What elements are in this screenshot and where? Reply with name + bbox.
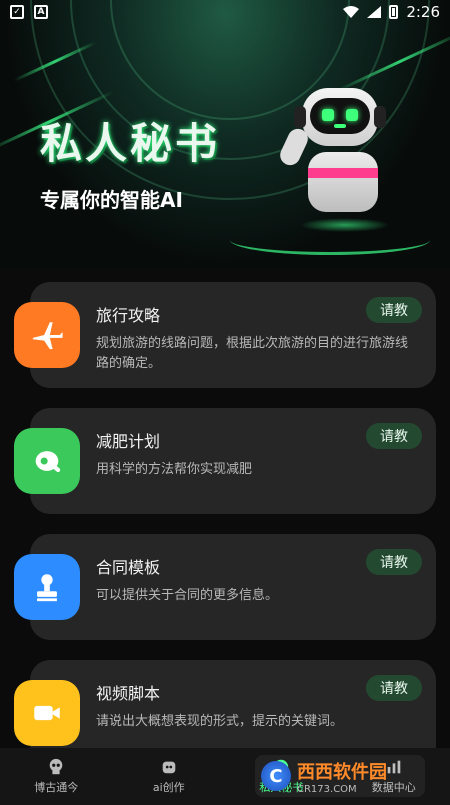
skull-icon xyxy=(47,758,65,776)
battery-icon xyxy=(389,5,399,19)
card-title: 减肥计划 xyxy=(96,432,161,451)
ask-button[interactable]: 请教 xyxy=(366,423,422,449)
ask-button[interactable]: 请教 xyxy=(366,675,422,701)
hero-subtitle: 专属你的智能AI xyxy=(40,188,183,212)
watermark-title: 西西软件园 xyxy=(297,761,387,783)
card-description: 用科学的方法帮你实现减肥 xyxy=(96,462,253,477)
watermark-logo-icon: C xyxy=(261,761,291,791)
video-camera-icon xyxy=(14,680,80,746)
status-bar: ✓ A 2:26 xyxy=(0,0,450,24)
stamp-icon xyxy=(14,554,80,620)
card-title: 合同模板 xyxy=(96,558,161,577)
card-title: 视频脚本 xyxy=(96,684,161,703)
card-title: 旅行攻略 xyxy=(96,306,161,325)
card-description: 规划旅游的线路问题，根据此次旅游的目的进行旅游线路的确定。 xyxy=(96,336,409,371)
robot-head-icon xyxy=(160,758,178,776)
watermark-subtitle: CR173.COM xyxy=(297,783,357,795)
card-diet[interactable]: 减肥计划 请教 用科学的方法帮你实现减肥 xyxy=(14,408,436,514)
hero-title: 私人秘书 xyxy=(40,119,221,168)
watermark: C 西西软件园 CR173.COM xyxy=(255,755,425,797)
nav-label: 博古通今 xyxy=(34,781,79,794)
nav-item-ai-create[interactable]: ai创作 xyxy=(113,748,226,805)
ask-button[interactable]: 请教 xyxy=(366,297,422,323)
airplane-icon xyxy=(14,302,80,368)
nav-item-history[interactable]: 博古通今 xyxy=(0,748,113,805)
signal-icon xyxy=(367,6,382,18)
wifi-icon xyxy=(343,6,360,18)
nav-label: ai创作 xyxy=(152,781,185,794)
meat-icon xyxy=(14,428,80,494)
card-contract[interactable]: 合同模板 请教 可以提供关于合同的更多信息。 xyxy=(14,534,436,640)
robot-illustration xyxy=(276,88,400,238)
ask-button[interactable]: 请教 xyxy=(366,549,422,575)
status-time: 2:26 xyxy=(406,3,440,21)
card-description: 可以提供关于合同的更多信息。 xyxy=(96,588,279,603)
app-notification-icon: A xyxy=(34,5,48,19)
download-notification-icon: ✓ xyxy=(10,5,24,19)
card-description: 请说出大概想表现的形式，提示的关键词。 xyxy=(96,714,344,729)
card-travel[interactable]: 旅行攻略 请教 规划旅游的线路问题，根据此次旅游的目的进行旅游线路的确定。 xyxy=(14,282,436,388)
hero-banner: 私人秘书 专属你的智能AI xyxy=(0,0,450,270)
